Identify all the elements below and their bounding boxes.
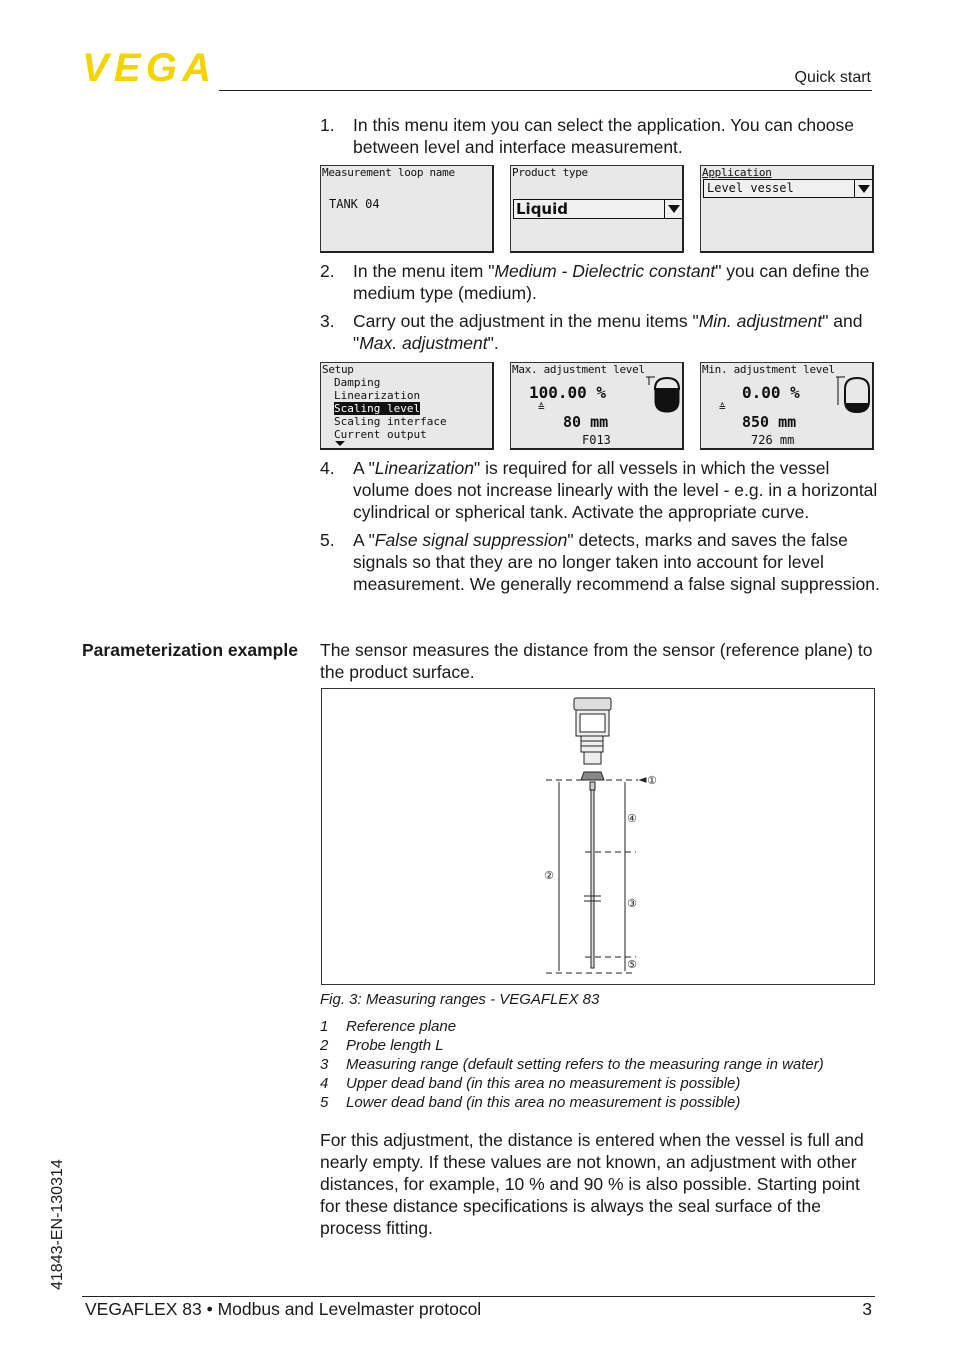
step-1: 1. In this menu item you can select the a…: [320, 114, 880, 158]
vessel-full-icon: [646, 376, 681, 413]
step-text: A "Linearization" is required for all ve…: [353, 458, 878, 522]
svg-text:VEGA: VEGA: [82, 48, 210, 86]
equivalent-symbol: ≙: [538, 401, 545, 414]
menu-item-current-output[interactable]: Current output: [334, 428, 427, 441]
marker-1: ①: [647, 774, 657, 787]
step-number: 4.: [320, 458, 335, 478]
application-value: Level vessel: [707, 181, 794, 195]
screen-title: Product type: [512, 166, 588, 179]
dropdown-arrow-icon: [664, 200, 682, 218]
legend-item: 3 Measuring range (default setting refers…: [320, 1056, 824, 1073]
measured-distance: 726 mm: [751, 433, 795, 447]
legend-item: 1 Reference plane: [320, 1018, 457, 1035]
dimension-lines: [558, 777, 647, 971]
product-type-value: Liquid: [516, 200, 568, 218]
status-code: F013: [582, 433, 611, 447]
loop-name-value: TANK 04: [329, 197, 380, 211]
application-select[interactable]: Level vessel: [703, 179, 872, 198]
screen-measurement-loop-name: Measurement loop name TANK 04: [320, 165, 494, 253]
screen-application: Application Level vessel: [700, 165, 874, 253]
header-rule: [219, 90, 872, 91]
document-id: 41843-EN-130314: [49, 1159, 66, 1290]
max-percent: 100.00 %: [529, 383, 607, 402]
probe-diagram: ① ② ③ ④ ⑤: [544, 697, 657, 974]
step-2: 2. In the menu item "Medium - Dielectric …: [320, 260, 880, 304]
menu-item-linearization[interactable]: Linearization: [334, 389, 420, 402]
step-number: 1.: [320, 115, 335, 135]
step-3: 3. Carry out the adjustment in the menu i…: [320, 310, 880, 354]
screen-min-adjustment: Min. adjustment level 0.00 % ≙ 850 mm 72…: [700, 362, 874, 450]
example-text: The sensor measures the distance from th…: [320, 640, 873, 682]
screen-title: Measurement loop name: [322, 166, 455, 179]
step-5: 5. A "False signal suppression" detects, …: [320, 529, 880, 595]
menu-item-scaling-level[interactable]: Scaling level: [334, 402, 421, 415]
vega-logo: VEGA: [82, 48, 211, 86]
equivalent-symbol: ≙: [719, 401, 726, 414]
marker-3: ③: [627, 897, 637, 910]
step-text: Carry out the adjustment in the menu ite…: [353, 311, 863, 353]
screen-max-adjustment: Max. adjustment level 100.00 % ≙ 80 mm F…: [510, 362, 684, 450]
min-percent: 0.00 %: [742, 383, 800, 402]
screen-title: Application: [702, 166, 772, 179]
scroll-down-icon[interactable]: [335, 441, 345, 446]
legend-item: 5 Lower dead band (in this area no measur…: [320, 1094, 741, 1111]
page-number: 3: [862, 1299, 872, 1319]
figure-caption: Fig. 3: Measuring ranges - VEGAFLEX 83: [320, 991, 600, 1008]
legend-item: 2 Probe length L: [320, 1037, 444, 1054]
screen-title: Setup: [322, 363, 354, 376]
screen-setup-menu: Setup Damping Linearization Scaling leve…: [320, 362, 494, 450]
footer-title: VEGAFLEX 83 • Modbus and Levelmaster pro…: [85, 1299, 482, 1319]
section-heading: Parameterization example: [82, 640, 298, 660]
step-4: 4. A "Linearization" is required for all …: [320, 457, 880, 523]
step-text: In the menu item "Medium - Dielectric co…: [353, 261, 870, 303]
screen-product-type: Product type Liquid: [510, 165, 684, 253]
marker-5: ⑤: [627, 958, 637, 971]
menu-item-scaling-interface[interactable]: Scaling interface: [334, 415, 447, 428]
marker-4: ④: [627, 812, 637, 825]
dropdown-arrow-icon: [854, 180, 872, 197]
closing-paragraph: For this adjustment, the distance is ent…: [320, 1130, 864, 1238]
product-type-select[interactable]: Liquid: [513, 199, 682, 219]
step-number: 3.: [320, 311, 335, 331]
step-number: 5.: [320, 530, 335, 550]
min-distance: 850 mm: [742, 413, 797, 431]
menu-item-damping[interactable]: Damping: [334, 376, 380, 389]
step-text: A "False signal suppression" detects, ma…: [353, 530, 880, 594]
max-distance: 80 mm: [563, 413, 609, 431]
figure-measuring-ranges: ① ② ③ ④ ⑤: [321, 688, 875, 985]
section-title: Quick start: [794, 69, 871, 86]
vessel-empty-icon: [836, 376, 870, 414]
step-number: 2.: [320, 261, 335, 281]
screen-title: Max. adjustment level: [512, 363, 645, 376]
legend-item: 4 Upper dead band (in this area no measur…: [320, 1075, 741, 1092]
step-text: In this menu item you can select the app…: [353, 115, 855, 157]
screen-title: Min. adjustment level: [702, 363, 835, 376]
marker-2: ②: [544, 869, 554, 882]
footer-rule: [82, 1296, 875, 1297]
sensor-housing: [573, 697, 612, 969]
